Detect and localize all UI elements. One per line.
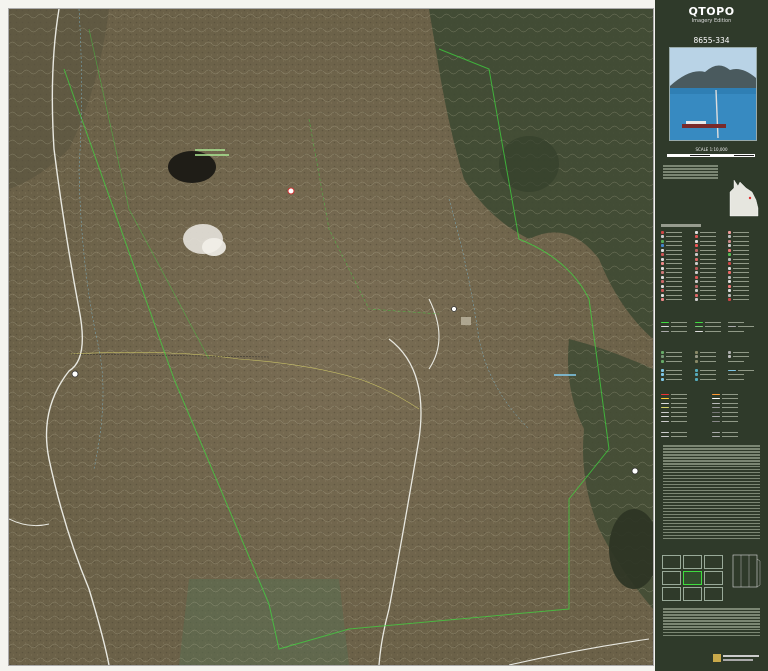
point-of-interest-icon bbox=[451, 306, 457, 312]
map-fold-diagram bbox=[732, 554, 761, 588]
queensland-locator-map bbox=[729, 179, 759, 217]
house-icon bbox=[287, 187, 295, 195]
panel-subtitle: Imagery Edition bbox=[691, 18, 732, 24]
sheet-number: 8655-334 bbox=[693, 36, 730, 45]
cover-photo bbox=[669, 47, 757, 141]
copyright-text bbox=[663, 608, 760, 638]
legend-land-use bbox=[661, 350, 762, 364]
legend-hydrography bbox=[661, 368, 762, 382]
current-sheet-cell bbox=[683, 571, 702, 585]
queensland-government-logo bbox=[713, 654, 759, 662]
point-of-interest-icon bbox=[631, 467, 639, 475]
legend-point-features bbox=[661, 230, 762, 302]
legend-transport bbox=[661, 392, 762, 424]
disclaimer-text bbox=[663, 445, 760, 541]
legend-infrastructure bbox=[661, 430, 762, 439]
map-viewport[interactable] bbox=[8, 8, 654, 666]
adjoining-sheets-index bbox=[662, 555, 725, 603]
aerial-imagery bbox=[9, 9, 653, 665]
datum-notes bbox=[663, 165, 718, 180]
legend-boundaries bbox=[661, 320, 762, 334]
scale-label: SCALE 1:10,000 bbox=[695, 147, 728, 152]
building-cluster bbox=[461, 317, 471, 325]
scale-bar bbox=[667, 154, 755, 157]
panel-title: QTOPO bbox=[688, 5, 735, 18]
point-of-interest-icon bbox=[71, 370, 79, 378]
map-sheet-legend-panel: QTOPO Imagery Edition 8655-334 SCALE 1:1… bbox=[655, 0, 768, 671]
